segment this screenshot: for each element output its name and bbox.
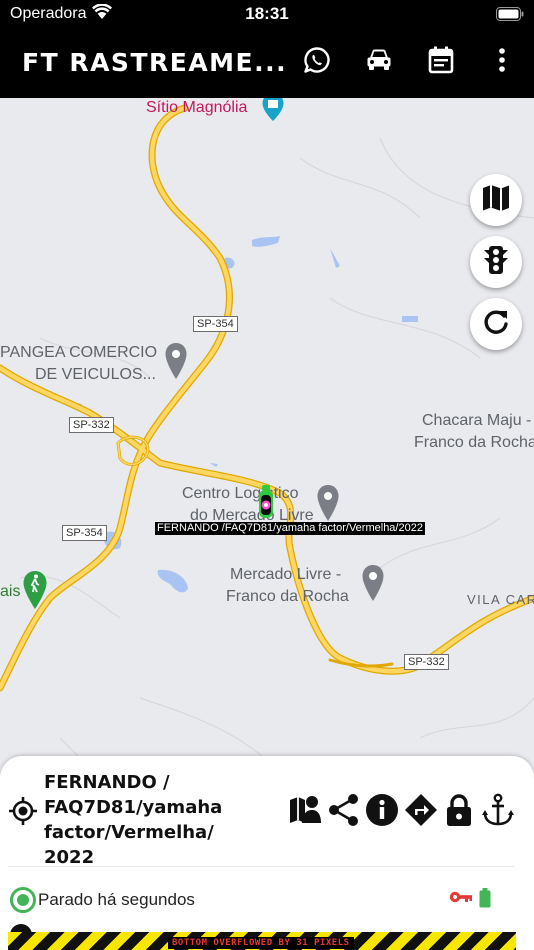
info-button[interactable] <box>363 792 402 832</box>
refresh-icon <box>482 308 510 341</box>
traffic-button[interactable] <box>470 236 522 288</box>
vehicles-button[interactable] <box>361 44 397 80</box>
place-label-pangea-1: PANGEA COMERCIO <box>0 344 158 361</box>
lock-icon <box>445 793 473 832</box>
calendar-button[interactable] <box>423 44 459 80</box>
traffic-light-icon <box>482 245 510 280</box>
road-shield: SP-332 <box>404 654 449 670</box>
battery-icon <box>496 7 524 26</box>
vehicle-status-text: Parado há segundos <box>38 890 195 909</box>
map-type-button[interactable] <box>470 174 522 226</box>
map-view[interactable]: Sítio Magnólia PANGEA COMERCIO DE VEICUL… <box>0 98 534 798</box>
vehicle-name: FERNANDO / FAQ7D81/yamaha factor/Vermelh… <box>44 772 223 868</box>
place-label-sitio: Sítio Magnólia <box>146 99 248 116</box>
directions-icon <box>404 793 438 832</box>
vehicle-map-label: FERNANDO /FAQ7D81/yamaha factor/Vermelha… <box>155 522 425 535</box>
road-shield: SP-354 <box>62 525 107 541</box>
share-icon <box>328 793 360 832</box>
vehicle-battery-icon <box>479 888 491 913</box>
place-pin-icon[interactable] <box>261 98 285 127</box>
whatsapp-button[interactable] <box>299 44 335 80</box>
place-pin-icon[interactable] <box>164 342 188 385</box>
directions-button[interactable] <box>402 792 441 832</box>
place-label-mercado-2: Franco da Rocha <box>226 588 349 605</box>
info-icon <box>365 793 399 832</box>
road-shield: SP-354 <box>193 316 238 332</box>
map-person-button[interactable] <box>286 792 325 832</box>
hiking-pin-icon[interactable] <box>22 570 48 615</box>
app-title: FT RASTREAME... <box>22 48 288 77</box>
my-location-button[interactable] <box>8 796 38 831</box>
lock-button[interactable] <box>440 792 479 832</box>
place-pin-icon[interactable] <box>361 564 385 607</box>
refresh-button[interactable] <box>470 298 522 350</box>
place-label-vila: VILA CAR <box>467 592 534 607</box>
anchor-icon <box>481 793 514 832</box>
divider <box>8 866 514 867</box>
road-shield: SP-332 <box>69 417 114 433</box>
map-icon <box>481 183 511 218</box>
place-label-chacara-1: Chacara Maju - <box>422 412 532 429</box>
car-icon <box>365 48 393 77</box>
vehicle-details-sheet: FERNANDO / FAQ7D81/yamaha factor/Vermelh… <box>0 756 534 950</box>
place-label-pangea-2: DE VEICULOS... <box>35 366 156 383</box>
map-person-icon <box>288 793 322 832</box>
place-label-left-edge: ais <box>0 583 21 600</box>
status-indicator-icon <box>10 887 36 913</box>
vehicle-actions <box>286 792 517 832</box>
status-bar: Operadora 18:31 <box>0 0 534 28</box>
more-vert-icon <box>498 47 506 78</box>
anchor-button[interactable] <box>479 792 518 832</box>
app-bar: FT RASTREAME... <box>0 28 534 98</box>
overflow-warning-bar: BOTTOM OVERFLOWED BY 31 PIXELS <box>8 932 516 950</box>
overflow-warning-text: BOTTOM OVERFLOWED BY 31 PIXELS <box>168 937 354 949</box>
place-label-chacara-2: Franco da Rocha <box>414 434 534 451</box>
place-label-mercado-1: Mercado Livre - <box>230 566 342 583</box>
clock: 18:31 <box>245 4 289 23</box>
ignition-key-icon <box>449 890 473 909</box>
place-pin-icon[interactable] <box>316 484 340 527</box>
calendar-icon <box>428 46 454 79</box>
share-button[interactable] <box>325 792 364 832</box>
more-button[interactable] <box>484 44 520 80</box>
whatsapp-icon <box>303 46 331 79</box>
place-label-centro-1: Centro Logístico <box>182 485 299 502</box>
